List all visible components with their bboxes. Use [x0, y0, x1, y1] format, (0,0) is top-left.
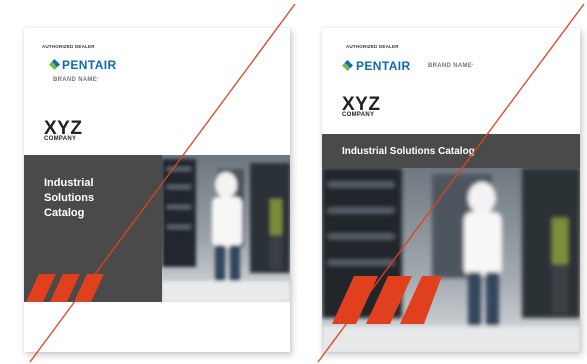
brand-name-text: BRAND NAME	[428, 63, 472, 69]
company-subtitle: COMPANY	[342, 112, 375, 118]
orange-stripes-graphic	[332, 276, 442, 324]
pentair-logo-icon	[342, 60, 353, 71]
catalog-title-line-1: Industrial	[44, 177, 94, 189]
catalog-title-line-3: Catalog	[44, 207, 85, 219]
brand-name-trademark: *	[97, 77, 99, 81]
brand-name: BRAND NAME*	[428, 63, 474, 69]
brand-name-text: BRAND NAME	[53, 77, 97, 83]
authorized-dealer-label: AUTHORIZED DEALER	[42, 44, 95, 49]
pentair-logo-text: PENTAIR	[356, 59, 411, 73]
catalog-title-line-2: Solutions	[44, 192, 95, 204]
pentair-logo-icon	[49, 59, 60, 70]
brand-name: BRAND NAME*	[53, 77, 99, 83]
data-center-photo	[162, 155, 290, 302]
orange-stripes-graphic	[26, 274, 110, 302]
catalog-title: Industrial Solutions Catalog	[44, 176, 94, 221]
catalog-title: Industrial Solutions Catalog	[342, 146, 475, 157]
company-subtitle: COMPANY	[44, 136, 77, 142]
pentair-logo-text: PENTAIR	[62, 58, 117, 72]
authorized-dealer-label: AUTHORIZED DEALER	[346, 44, 399, 49]
catalog-cover-right: AUTHORIZED DEALER PENTAIR BRAND NAME* XY…	[322, 28, 580, 352]
catalog-cover-left: AUTHORIZED DEALER PENTAIR BRAND NAME* XY…	[24, 28, 290, 352]
brand-name-trademark: *	[472, 63, 474, 67]
data-center-photo	[322, 168, 580, 352]
